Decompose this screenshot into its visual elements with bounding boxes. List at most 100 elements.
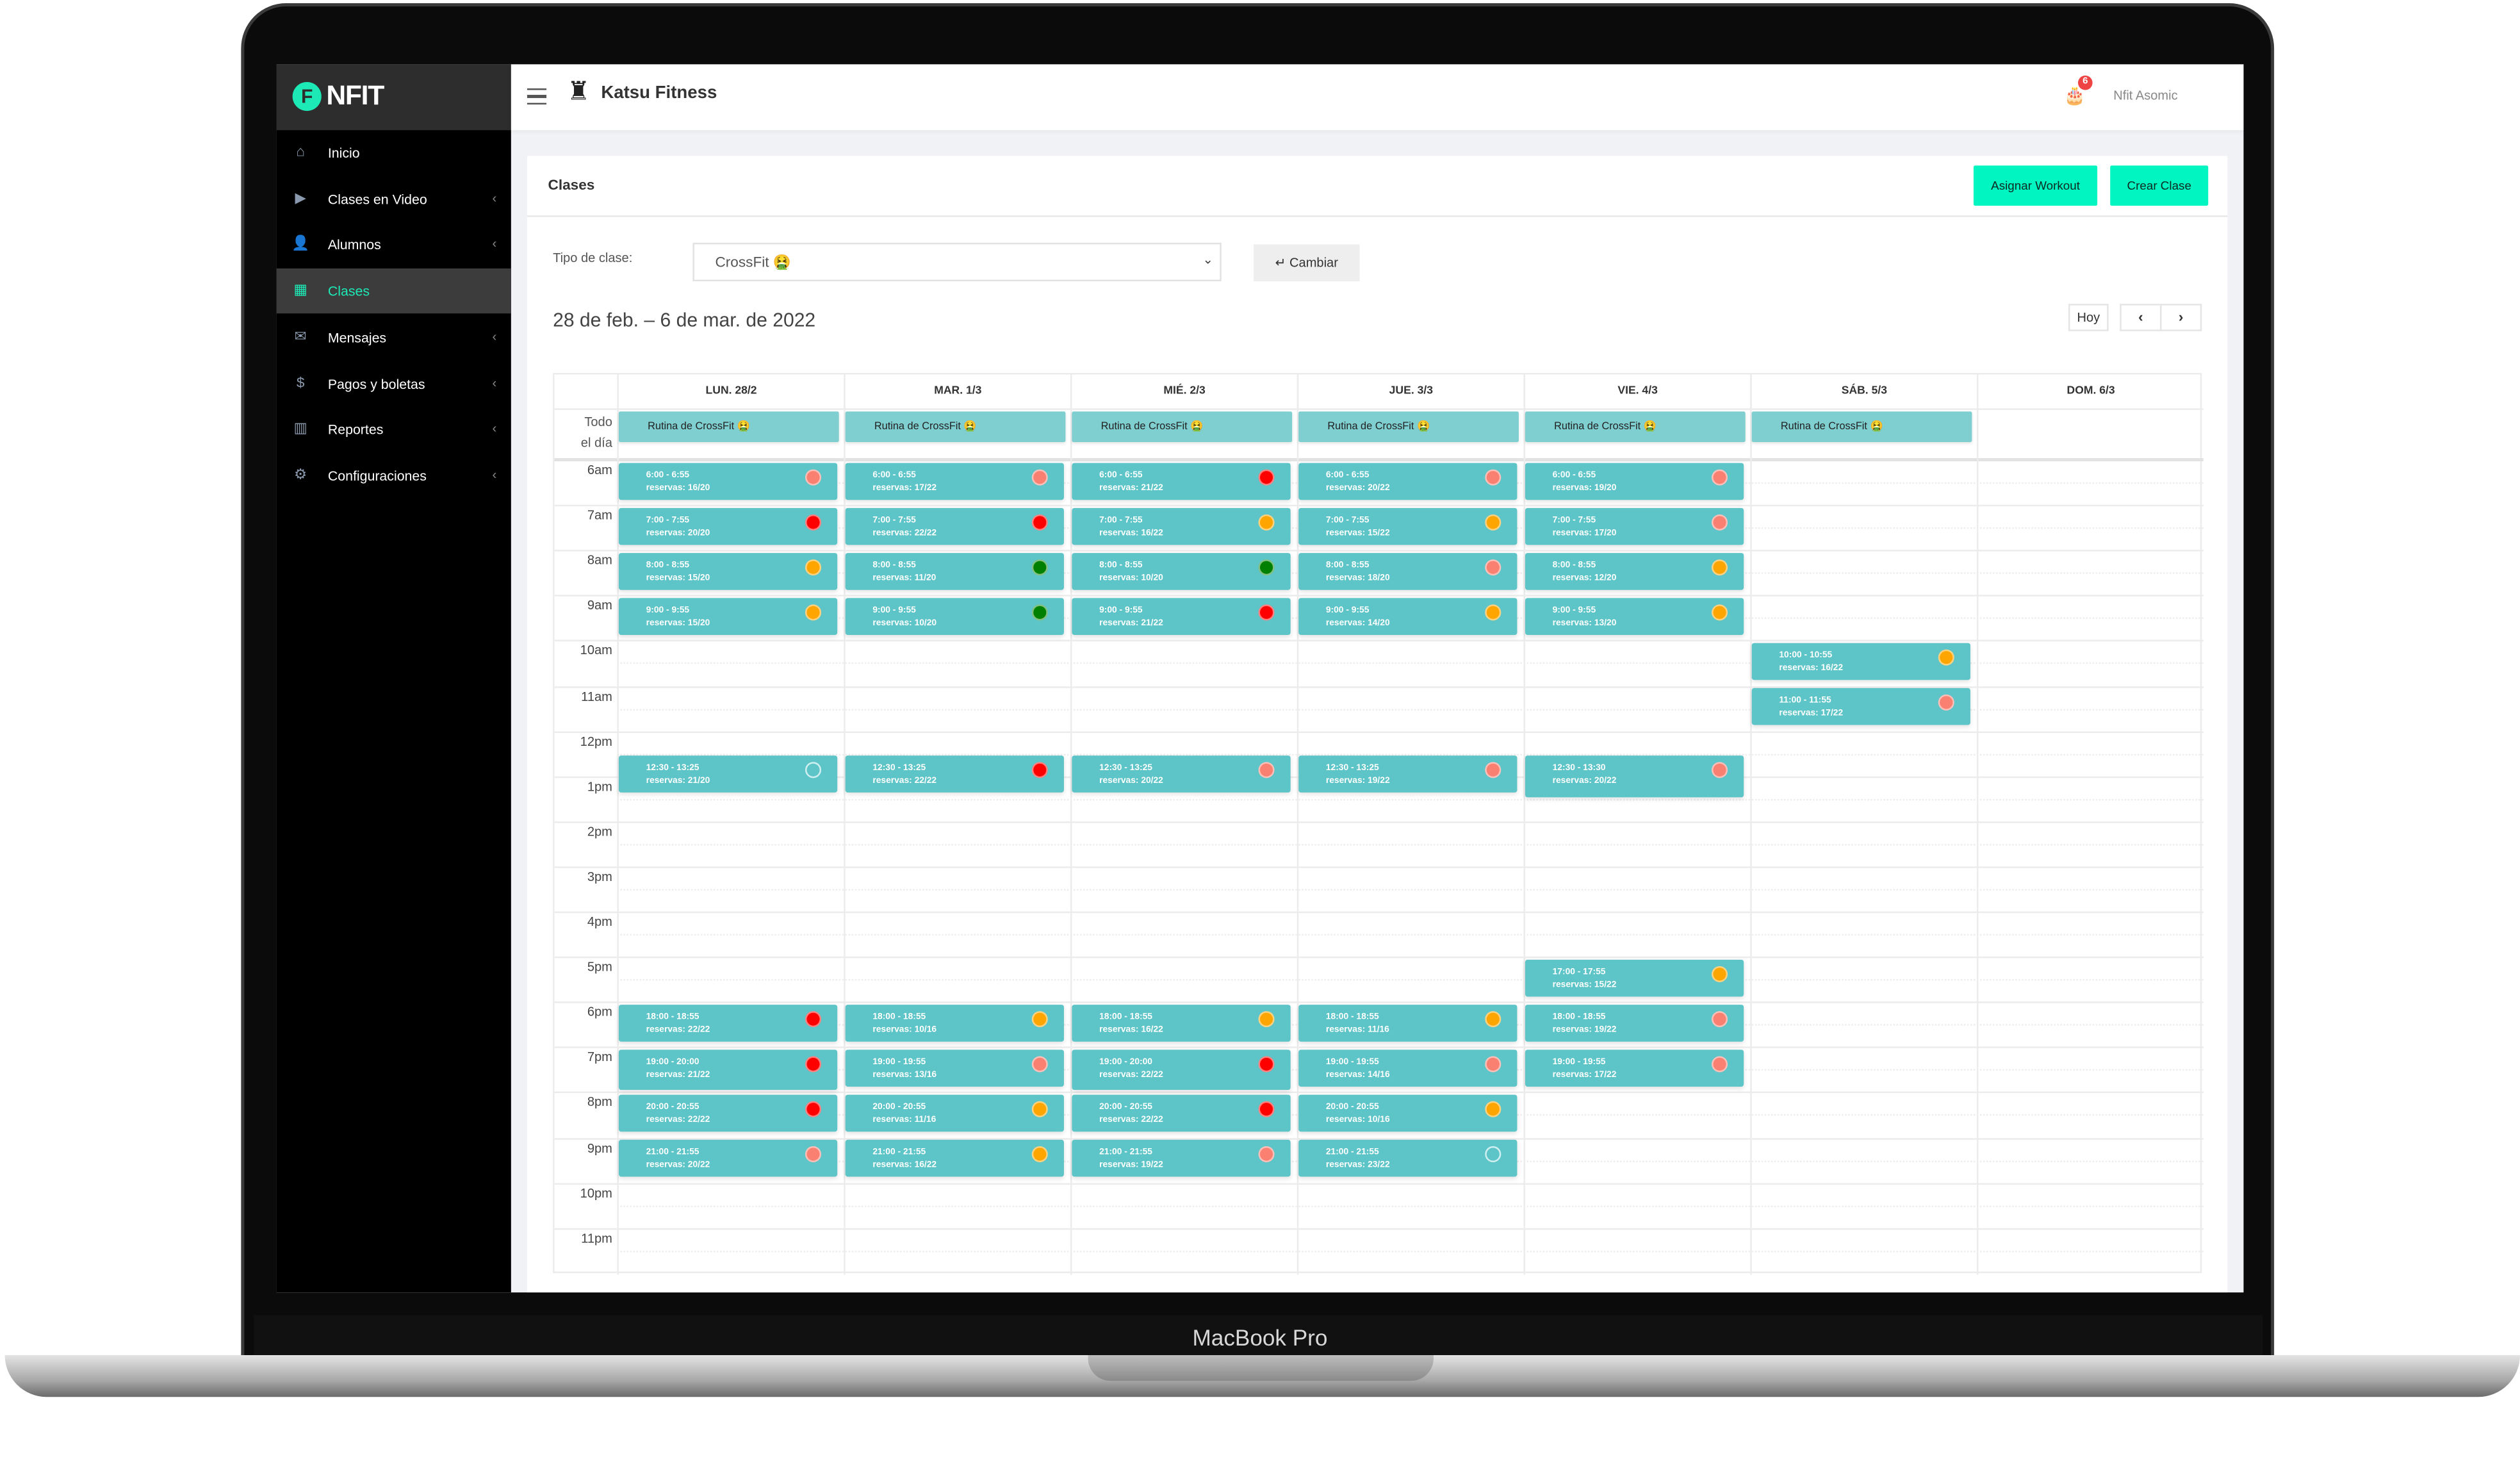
day-header[interactable]: MIÉ. 2/3 xyxy=(1070,374,1297,409)
status-dot-icon xyxy=(805,604,822,620)
next-week-button[interactable]: › xyxy=(2160,304,2202,331)
day-header[interactable]: VIE. 4/3 xyxy=(1523,374,1750,409)
class-event[interactable]: 20:00 - 20:55 reservas: 10/16 xyxy=(1298,1094,1518,1132)
class-event[interactable]: 19:00 - 20:00 reservas: 21/22 xyxy=(618,1049,838,1091)
hour-label: 9am xyxy=(587,598,612,613)
class-event[interactable]: 12:30 - 13:30 reservas: 20/22 xyxy=(1525,755,1744,797)
day-header[interactable]: JUE. 3/3 xyxy=(1297,374,1524,409)
class-event[interactable]: 7:00 - 7:55 reservas: 16/22 xyxy=(1072,507,1291,545)
sidebar-item-reportes[interactable]: ▥ Reportes ‹ xyxy=(277,407,511,452)
all-day-event[interactable]: Rutina de CrossFit 🤮 xyxy=(1525,411,1746,442)
class-event[interactable]: 8:00 - 8:55 reservas: 15/20 xyxy=(618,552,838,590)
class-event[interactable]: 7:00 - 7:55 reservas: 17/20 xyxy=(1525,507,1744,545)
event-time: 7:00 - 7:55 xyxy=(1552,515,1596,525)
notification-badge: 6 xyxy=(2078,75,2093,90)
class-event[interactable]: 20:00 - 20:55 reservas: 22/22 xyxy=(1072,1094,1291,1132)
class-event[interactable]: 19:00 - 19:55 reservas: 14/16 xyxy=(1298,1049,1518,1087)
class-event[interactable]: 7:00 - 7:55 reservas: 15/22 xyxy=(1298,507,1518,545)
class-event[interactable]: 18:00 - 18:55 reservas: 10/16 xyxy=(845,1004,1064,1042)
status-dot-icon xyxy=(1031,1010,1048,1027)
assign-workout-button[interactable]: Asignar Workout xyxy=(1973,165,2098,206)
class-event[interactable]: 9:00 - 9:55 reservas: 21/22 xyxy=(1072,597,1291,636)
class-event[interactable]: 17:00 - 17:55 reservas: 15/22 xyxy=(1525,959,1744,997)
sidebar-item-inicio[interactable]: ⌂ Inicio xyxy=(277,130,511,175)
class-event[interactable]: 12:30 - 13:25 reservas: 20/22 xyxy=(1072,755,1291,793)
event-reservations: reservas: 11/20 xyxy=(872,573,937,583)
class-event[interactable]: 8:00 - 8:55 reservas: 12/20 xyxy=(1525,552,1744,590)
class-event[interactable]: 8:00 - 8:55 reservas: 10/20 xyxy=(1072,552,1291,590)
class-event[interactable]: 10:00 - 10:55 reservas: 16/22 xyxy=(1751,643,1970,680)
class-event[interactable]: 19:00 - 19:55 reservas: 13/16 xyxy=(845,1049,1064,1087)
hour-gridline xyxy=(554,1182,2204,1185)
class-event[interactable]: 8:00 - 8:55 reservas: 18/20 xyxy=(1298,552,1518,590)
sidebar-item-alumnos[interactable]: 👤 Alumnos ‹ xyxy=(277,222,511,267)
hour-label: 7am xyxy=(587,508,612,523)
all-day-event[interactable]: Rutina de CrossFit 🤮 xyxy=(1751,411,1972,442)
sidebar-item-configuraciones[interactable]: ⚙ Configuraciones ‹ xyxy=(277,453,511,498)
day-header[interactable]: MAR. 1/3 xyxy=(844,374,1070,409)
day-header[interactable]: DOM. 6/3 xyxy=(1976,374,2204,409)
class-event[interactable]: 21:00 - 21:55 reservas: 19/22 xyxy=(1072,1139,1291,1178)
user-name[interactable]: Nfit Asomic xyxy=(2113,88,2177,103)
class-event[interactable]: 6:00 - 6:55 reservas: 19/20 xyxy=(1525,462,1744,500)
event-time: 20:00 - 20:55 xyxy=(872,1102,926,1112)
class-event[interactable]: 20:00 - 20:55 reservas: 11/16 xyxy=(845,1094,1064,1132)
day-header[interactable]: LUN. 28/2 xyxy=(617,374,844,409)
today-button[interactable]: Hoy xyxy=(2068,304,2109,331)
class-event[interactable]: 19:00 - 20:00 reservas: 22/22 xyxy=(1072,1049,1291,1091)
class-event[interactable]: 7:00 - 7:55 reservas: 20/20 xyxy=(618,507,838,545)
event-time: 7:00 - 7:55 xyxy=(1325,515,1370,525)
sidebar-item-pagos-y-boletas[interactable]: $ Pagos y boletas ‹ xyxy=(277,361,511,406)
class-event[interactable]: 12:30 - 13:25 reservas: 21/20 xyxy=(618,755,838,793)
status-dot-icon xyxy=(1258,604,1275,620)
class-event[interactable]: 20:00 - 20:55 reservas: 22/22 xyxy=(618,1094,838,1132)
event-time: 12:30 - 13:25 xyxy=(646,764,700,774)
class-event[interactable]: 6:00 - 6:55 reservas: 20/22 xyxy=(1298,462,1518,500)
class-event[interactable]: 6:00 - 6:55 reservas: 21/22 xyxy=(1072,462,1291,500)
all-day-event[interactable]: Rutina de CrossFit 🤮 xyxy=(1072,411,1293,442)
event-reservations: reservas: 22/22 xyxy=(872,528,937,538)
class-event[interactable]: 11:00 - 11:55 reservas: 17/22 xyxy=(1751,687,1970,726)
class-event[interactable]: 6:00 - 6:55 reservas: 17/22 xyxy=(845,462,1064,500)
class-event[interactable]: 12:30 - 13:25 reservas: 19/22 xyxy=(1298,755,1518,793)
class-event[interactable]: 9:00 - 9:55 reservas: 15/20 xyxy=(618,597,838,636)
class-event[interactable]: 8:00 - 8:55 reservas: 11/20 xyxy=(845,552,1064,590)
event-reservations: reservas: 12/20 xyxy=(1552,573,1617,583)
class-event[interactable]: 19:00 - 19:55 reservas: 17/22 xyxy=(1525,1049,1744,1087)
event-time: 20:00 - 20:55 xyxy=(1099,1102,1152,1112)
date-range-title: 28 de feb. – 6 de mar. de 2022 xyxy=(553,308,816,331)
class-event[interactable]: 9:00 - 9:55 reservas: 10/20 xyxy=(845,597,1064,636)
event-reservations: reservas: 15/22 xyxy=(1552,980,1617,990)
status-dot-icon xyxy=(1485,1055,1501,1072)
all-day-event[interactable]: Rutina de CrossFit 🤮 xyxy=(845,411,1066,442)
sidebar-item-clases-en-video[interactable]: ▶ Clases en Video ‹ xyxy=(277,176,511,221)
class-event[interactable]: 6:00 - 6:55 reservas: 16/20 xyxy=(618,462,838,500)
day-header[interactable]: SÁB. 5/3 xyxy=(1750,374,1977,409)
class-event[interactable]: 9:00 - 9:55 reservas: 14/20 xyxy=(1298,597,1518,636)
create-class-button[interactable]: Crear Clase xyxy=(2110,165,2209,206)
change-button[interactable]: ↵ Cambiar xyxy=(1253,244,1360,282)
class-event[interactable]: 18:00 - 18:55 reservas: 16/22 xyxy=(1072,1004,1291,1042)
class-event[interactable]: 18:00 - 18:55 reservas: 11/16 xyxy=(1298,1004,1518,1042)
all-day-event[interactable]: Rutina de CrossFit 🤮 xyxy=(618,411,839,442)
sidebar-item-clases[interactable]: ▦ Clases xyxy=(276,268,511,314)
half-hour-gridline xyxy=(617,1205,2204,1207)
class-event[interactable]: 21:00 - 21:55 reservas: 23/22 xyxy=(1298,1139,1518,1178)
class-event[interactable]: 21:00 - 21:55 reservas: 16/22 xyxy=(845,1139,1064,1178)
class-event[interactable]: 7:00 - 7:55 reservas: 22/22 xyxy=(845,507,1064,545)
status-dot-icon xyxy=(1712,965,1728,982)
logo[interactable]: F NFIT xyxy=(276,64,511,131)
sidebar-item-mensajes[interactable]: ✉ Mensajes ‹ xyxy=(277,315,511,359)
class-event[interactable]: 12:30 - 13:25 reservas: 22/22 xyxy=(845,755,1064,793)
class-event[interactable]: 18:00 - 18:55 reservas: 22/22 xyxy=(618,1004,838,1042)
hour-gridline xyxy=(554,1137,2204,1139)
hour-gridline xyxy=(554,1001,2204,1004)
class-type-select[interactable]: CrossFit 🤮 ⌄ xyxy=(692,242,1222,282)
hamburger-menu-icon[interactable] xyxy=(527,88,547,105)
class-event[interactable]: 9:00 - 9:55 reservas: 13/20 xyxy=(1525,597,1744,636)
class-event[interactable]: 18:00 - 18:55 reservas: 19/22 xyxy=(1525,1004,1744,1042)
all-day-event[interactable]: Rutina de CrossFit 🤮 xyxy=(1298,411,1519,442)
event-time: 7:00 - 7:55 xyxy=(1099,515,1143,525)
class-event[interactable]: 21:00 - 21:55 reservas: 20/22 xyxy=(618,1139,838,1178)
prev-week-button[interactable]: ‹ xyxy=(2120,304,2162,331)
